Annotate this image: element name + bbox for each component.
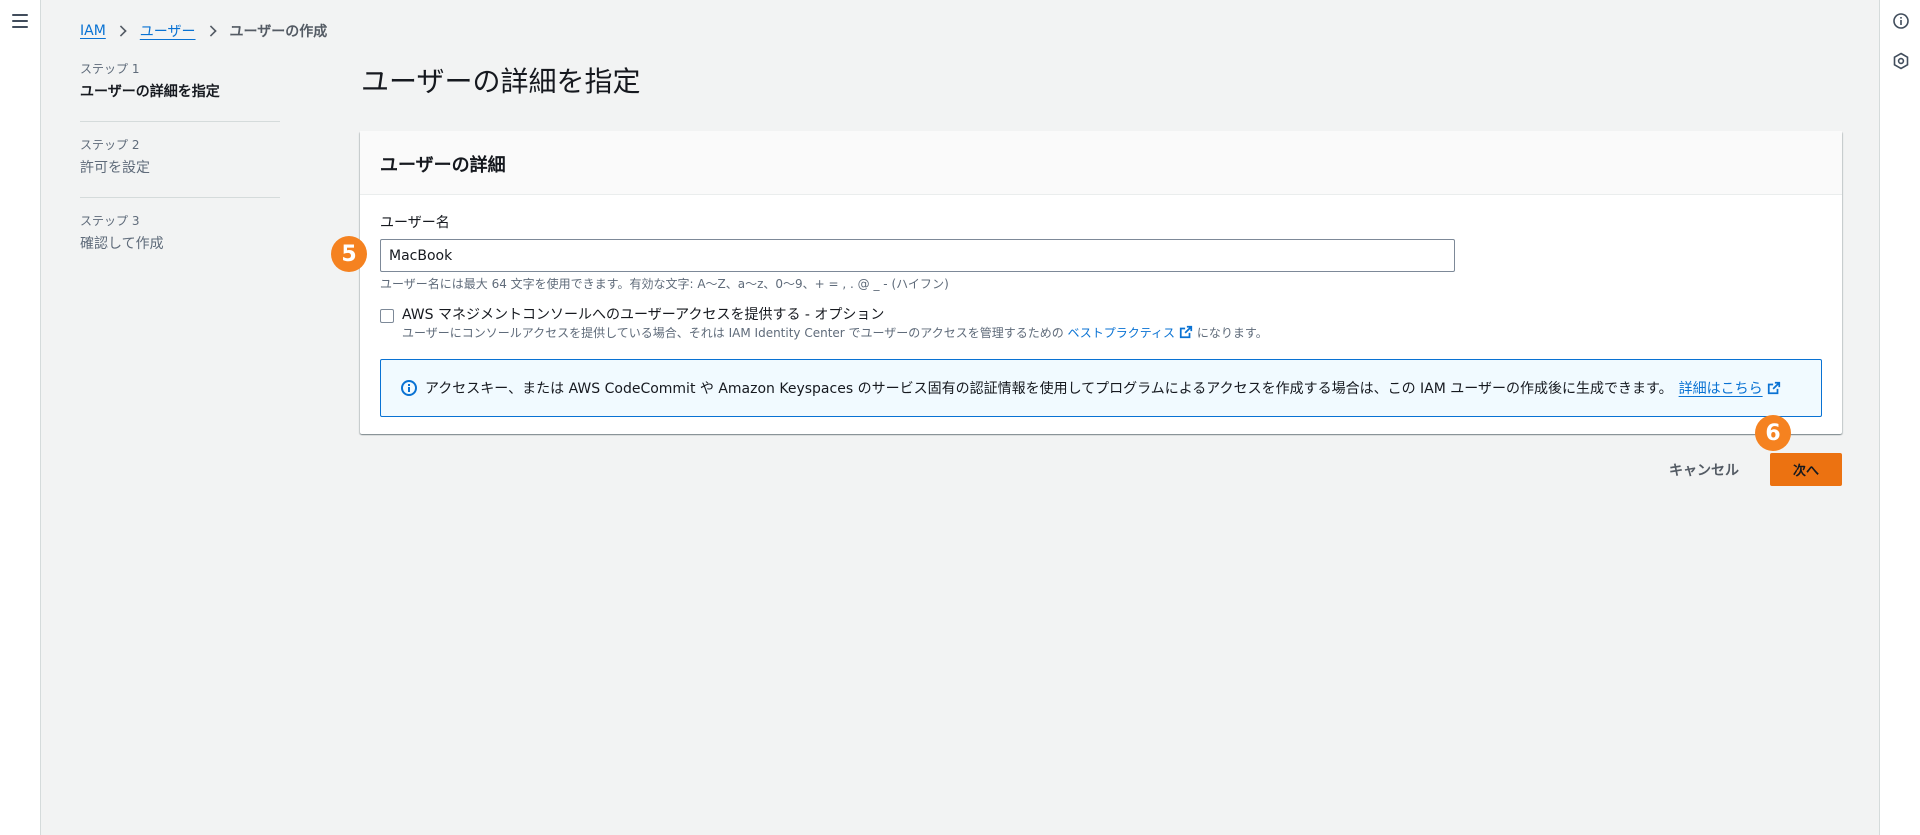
external-link-icon: [1179, 325, 1193, 339]
callout-badge-5: 5: [331, 236, 367, 272]
breadcrumb-link-iam[interactable]: IAM: [80, 23, 106, 39]
page-title: ユーザーの詳細を指定: [361, 65, 641, 98]
container-header: ユーザーの詳細: [360, 131, 1842, 195]
wizard-steps: ステップ 1 ユーザーの詳細を指定 ステップ 2 許可を設定 ステップ 3 確認…: [80, 60, 280, 287]
console-access-description: ユーザーにコンソールアクセスを提供している場合、それは IAM Identity…: [402, 324, 1268, 342]
step-1: ステップ 1 ユーザーの詳細を指定: [80, 60, 280, 122]
username-constraint-text: ユーザー名には最大 64 文字を使用できます。有効な文字: A〜Z、a〜z、0〜…: [380, 277, 949, 291]
callout-badge-6: 6: [1755, 415, 1791, 451]
container-body: ユーザー名 ユーザー名には最大 64 文字を使用できます。有効な文字: A〜Z、…: [360, 195, 1842, 435]
chevron-right-icon: [204, 25, 217, 37]
step-number: ステップ 1: [80, 62, 140, 76]
step-title: 確認して作成: [80, 236, 164, 252]
info-alert: アクセスキー、または AWS CodeCommit や Amazon Keysp…: [380, 359, 1822, 417]
step-2: ステップ 2 許可を設定: [80, 136, 280, 198]
learn-more-link[interactable]: 詳細はこちら: [1679, 378, 1781, 398]
breadcrumb-current: ユーザーの作成: [229, 24, 328, 40]
username-input[interactable]: [380, 239, 1455, 272]
settings-icon[interactable]: [1892, 52, 1910, 70]
next-button[interactable]: 次へ: [1770, 453, 1842, 486]
description-suffix: になります。: [1196, 326, 1268, 340]
step-3: ステップ 3 確認して作成: [80, 212, 280, 273]
chevron-right-icon: [115, 25, 127, 37]
info-icon[interactable]: [1892, 12, 1910, 30]
app: IAM ユーザー ユーザーの作成 ステップ 1 ユーザーの詳細を指定 ステップ …: [0, 0, 1920, 835]
left-navigation-rail: [0, 0, 41, 835]
best-practices-link[interactable]: ベストプラクティス: [1068, 325, 1194, 340]
step-number: ステップ 2: [80, 138, 140, 152]
breadcrumb-link-users[interactable]: ユーザー: [140, 21, 196, 41]
info-icon: [401, 380, 417, 396]
console-access-option: AWS マネジメントコンソールへのユーザーアクセスを提供する - オプション ユ…: [380, 306, 1822, 342]
user-details-container: ユーザーの詳細 ユーザー名 ユーザー名には最大 64 文字を使用できます。有効な…: [360, 131, 1842, 434]
breadcrumb: IAM ユーザー ユーザーの作成: [80, 21, 327, 41]
info-text: アクセスキー、または AWS CodeCommit や Amazon Keysp…: [425, 381, 1673, 397]
step-number: ステップ 3: [80, 214, 140, 228]
right-tools-rail: [1879, 0, 1920, 835]
description-text: ユーザーにコンソールアクセスを提供している場合、それは IAM Identity…: [402, 326, 1064, 340]
username-label: ユーザー名: [380, 215, 450, 231]
step-title: 許可を設定: [80, 160, 150, 176]
step-title[interactable]: ユーザーの詳細を指定: [80, 81, 280, 103]
external-link-icon: [1767, 381, 1780, 395]
console-access-checkbox[interactable]: [380, 309, 394, 323]
menu-icon[interactable]: [12, 14, 28, 28]
main-content: IAM ユーザー ユーザーの作成 ステップ 1 ユーザーの詳細を指定 ステップ …: [41, 0, 1879, 835]
cancel-button[interactable]: キャンセル: [1659, 453, 1749, 486]
console-access-label[interactable]: AWS マネジメントコンソールへのユーザーアクセスを提供する - オプション: [402, 306, 1268, 324]
